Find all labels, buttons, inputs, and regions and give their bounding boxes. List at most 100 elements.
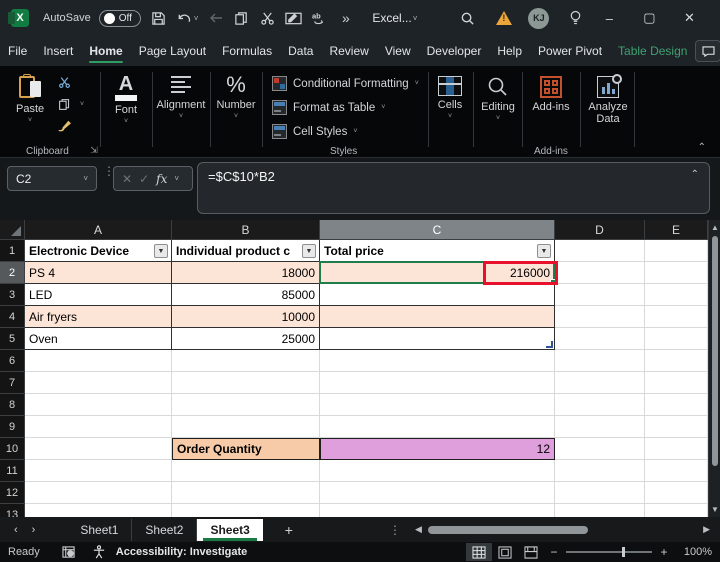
- cell-C8[interactable]: [320, 394, 555, 416]
- cell-D4[interactable]: [555, 306, 645, 328]
- row-header-1[interactable]: 1: [0, 240, 25, 262]
- cell-B10[interactable]: Order Quantity: [172, 438, 320, 460]
- row-header-6[interactable]: 6: [0, 350, 25, 372]
- cell-D2[interactable]: [555, 262, 645, 284]
- cell-B7[interactable]: [172, 372, 320, 394]
- row-header-9[interactable]: 9: [0, 416, 25, 438]
- menu-tab-view[interactable]: View: [377, 39, 419, 63]
- zoom-slider[interactable]: [566, 551, 652, 553]
- cell-A7[interactable]: [25, 372, 172, 394]
- cell-B5[interactable]: 25000: [172, 328, 320, 350]
- cell-C7[interactable]: [320, 372, 555, 394]
- column-header-A[interactable]: A: [25, 220, 172, 240]
- cell-B3[interactable]: 85000: [172, 284, 320, 306]
- prev-sheet-icon[interactable]: ‹: [0, 524, 32, 536]
- sheet-tab-sheet3[interactable]: Sheet3: [197, 519, 262, 541]
- row-header-8[interactable]: 8: [0, 394, 25, 416]
- cell-A11[interactable]: [25, 460, 172, 482]
- close-button[interactable]: ✕: [674, 4, 704, 32]
- row-header-7[interactable]: 7: [0, 372, 25, 394]
- row-header-10[interactable]: 10: [0, 438, 25, 460]
- menu-tab-file[interactable]: File: [0, 39, 35, 63]
- cells-group-button[interactable]: Cells ˅: [432, 76, 468, 120]
- undo-dropdown-icon[interactable]: ˅: [194, 14, 199, 23]
- cell-B11[interactable]: [172, 460, 320, 482]
- row-header-4[interactable]: 4: [0, 306, 25, 328]
- hscroll-thumb[interactable]: [428, 526, 588, 534]
- cell-A13[interactable]: [25, 504, 172, 517]
- cell-D3[interactable]: [555, 284, 645, 306]
- cell-A3[interactable]: LED: [25, 284, 172, 306]
- cell-D9[interactable]: [555, 416, 645, 438]
- font-group-button[interactable]: A Font ˅: [100, 74, 152, 125]
- next-sheet-icon[interactable]: ›: [32, 524, 50, 536]
- undo-icon[interactable]: [176, 10, 193, 27]
- cell-B6[interactable]: [172, 350, 320, 372]
- cell-C12[interactable]: [320, 482, 555, 504]
- menu-tab-insert[interactable]: Insert: [35, 39, 81, 63]
- cancel-icon[interactable]: ✕: [122, 172, 132, 186]
- cell-E6[interactable]: [645, 350, 708, 372]
- cell-D6[interactable]: [555, 350, 645, 372]
- addins-button[interactable]: Add-ins: [528, 76, 574, 113]
- menu-tab-data[interactable]: Data: [280, 39, 321, 63]
- spelling-icon[interactable]: ab: [311, 10, 328, 27]
- maximize-button[interactable]: ▢: [634, 4, 664, 32]
- horizontal-scrollbar[interactable]: ◀ ▶: [415, 524, 720, 535]
- vscroll-thumb[interactable]: [712, 236, 718, 466]
- copy-small-icon[interactable]: [56, 96, 72, 112]
- cell-A12[interactable]: [25, 482, 172, 504]
- cell-B1[interactable]: Individual product c: [172, 240, 320, 262]
- menu-tab-home[interactable]: Home: [81, 39, 130, 63]
- cell-E4[interactable]: [645, 306, 708, 328]
- cell-E7[interactable]: [645, 372, 708, 394]
- cell-C11[interactable]: [320, 460, 555, 482]
- copy-dropdown-icon[interactable]: ˅: [74, 96, 90, 112]
- cell-D8[interactable]: [555, 394, 645, 416]
- cell-E9[interactable]: [645, 416, 708, 438]
- cell-B12[interactable]: [172, 482, 320, 504]
- autosave-toggle[interactable]: Off: [99, 10, 141, 27]
- lightbulb-icon[interactable]: [567, 10, 584, 27]
- column-header-B[interactable]: B: [172, 220, 320, 240]
- page-break-preview-icon[interactable]: [518, 543, 544, 561]
- format-painter-icon[interactable]: [56, 118, 72, 134]
- column-header-C[interactable]: C: [320, 220, 555, 240]
- macro-record-icon[interactable]: [62, 546, 76, 559]
- analyze-data-button[interactable]: Analyze Data: [584, 76, 632, 125]
- cell-E3[interactable]: [645, 284, 708, 306]
- column-header-D[interactable]: D: [555, 220, 645, 240]
- filter-button-A1[interactable]: ▼: [154, 244, 168, 258]
- alignment-group-button[interactable]: Alignment ˅: [152, 74, 210, 120]
- cut-icon[interactable]: [259, 10, 276, 27]
- paste-button[interactable]: Paste ˅: [16, 74, 44, 124]
- cell-E2[interactable]: [645, 262, 708, 284]
- more-commands-icon[interactable]: »: [337, 10, 354, 27]
- collapse-formula-bar-icon[interactable]: ⌃: [691, 169, 699, 180]
- hscroll-right-icon[interactable]: ▶: [703, 524, 710, 535]
- cell-E13[interactable]: [645, 504, 708, 517]
- menu-tab-review[interactable]: Review: [321, 39, 376, 63]
- vertical-scrollbar[interactable]: ▲ ▼: [708, 220, 720, 517]
- cut-small-icon[interactable]: [56, 74, 72, 90]
- cell-B9[interactable]: [172, 416, 320, 438]
- cell-D5[interactable]: [555, 328, 645, 350]
- cell-A8[interactable]: [25, 394, 172, 416]
- cell-C1[interactable]: Total price: [320, 240, 555, 262]
- comments-button[interactable]: [695, 40, 720, 62]
- cell-C4[interactable]: [320, 306, 555, 328]
- cell-D10[interactable]: [555, 438, 645, 460]
- column-header-E[interactable]: E: [645, 220, 708, 240]
- row-header-13[interactable]: 13: [0, 504, 25, 517]
- conditional-formatting-button[interactable]: Conditional Formatting˅: [272, 76, 419, 91]
- normal-view-icon[interactable]: [466, 543, 492, 561]
- warning-icon[interactable]: [496, 11, 512, 25]
- select-all-corner[interactable]: [0, 220, 25, 240]
- hscroll-left-icon[interactable]: ◀: [415, 524, 422, 535]
- menu-tab-power-pivot[interactable]: Power Pivot: [530, 39, 610, 63]
- scroll-down-icon[interactable]: ▼: [711, 505, 719, 514]
- cell-A2[interactable]: PS 4: [25, 262, 172, 284]
- name-box-dropdown-icon[interactable]: ˅: [83, 174, 88, 183]
- name-box[interactable]: C2 ˅: [7, 166, 97, 191]
- cell-C9[interactable]: [320, 416, 555, 438]
